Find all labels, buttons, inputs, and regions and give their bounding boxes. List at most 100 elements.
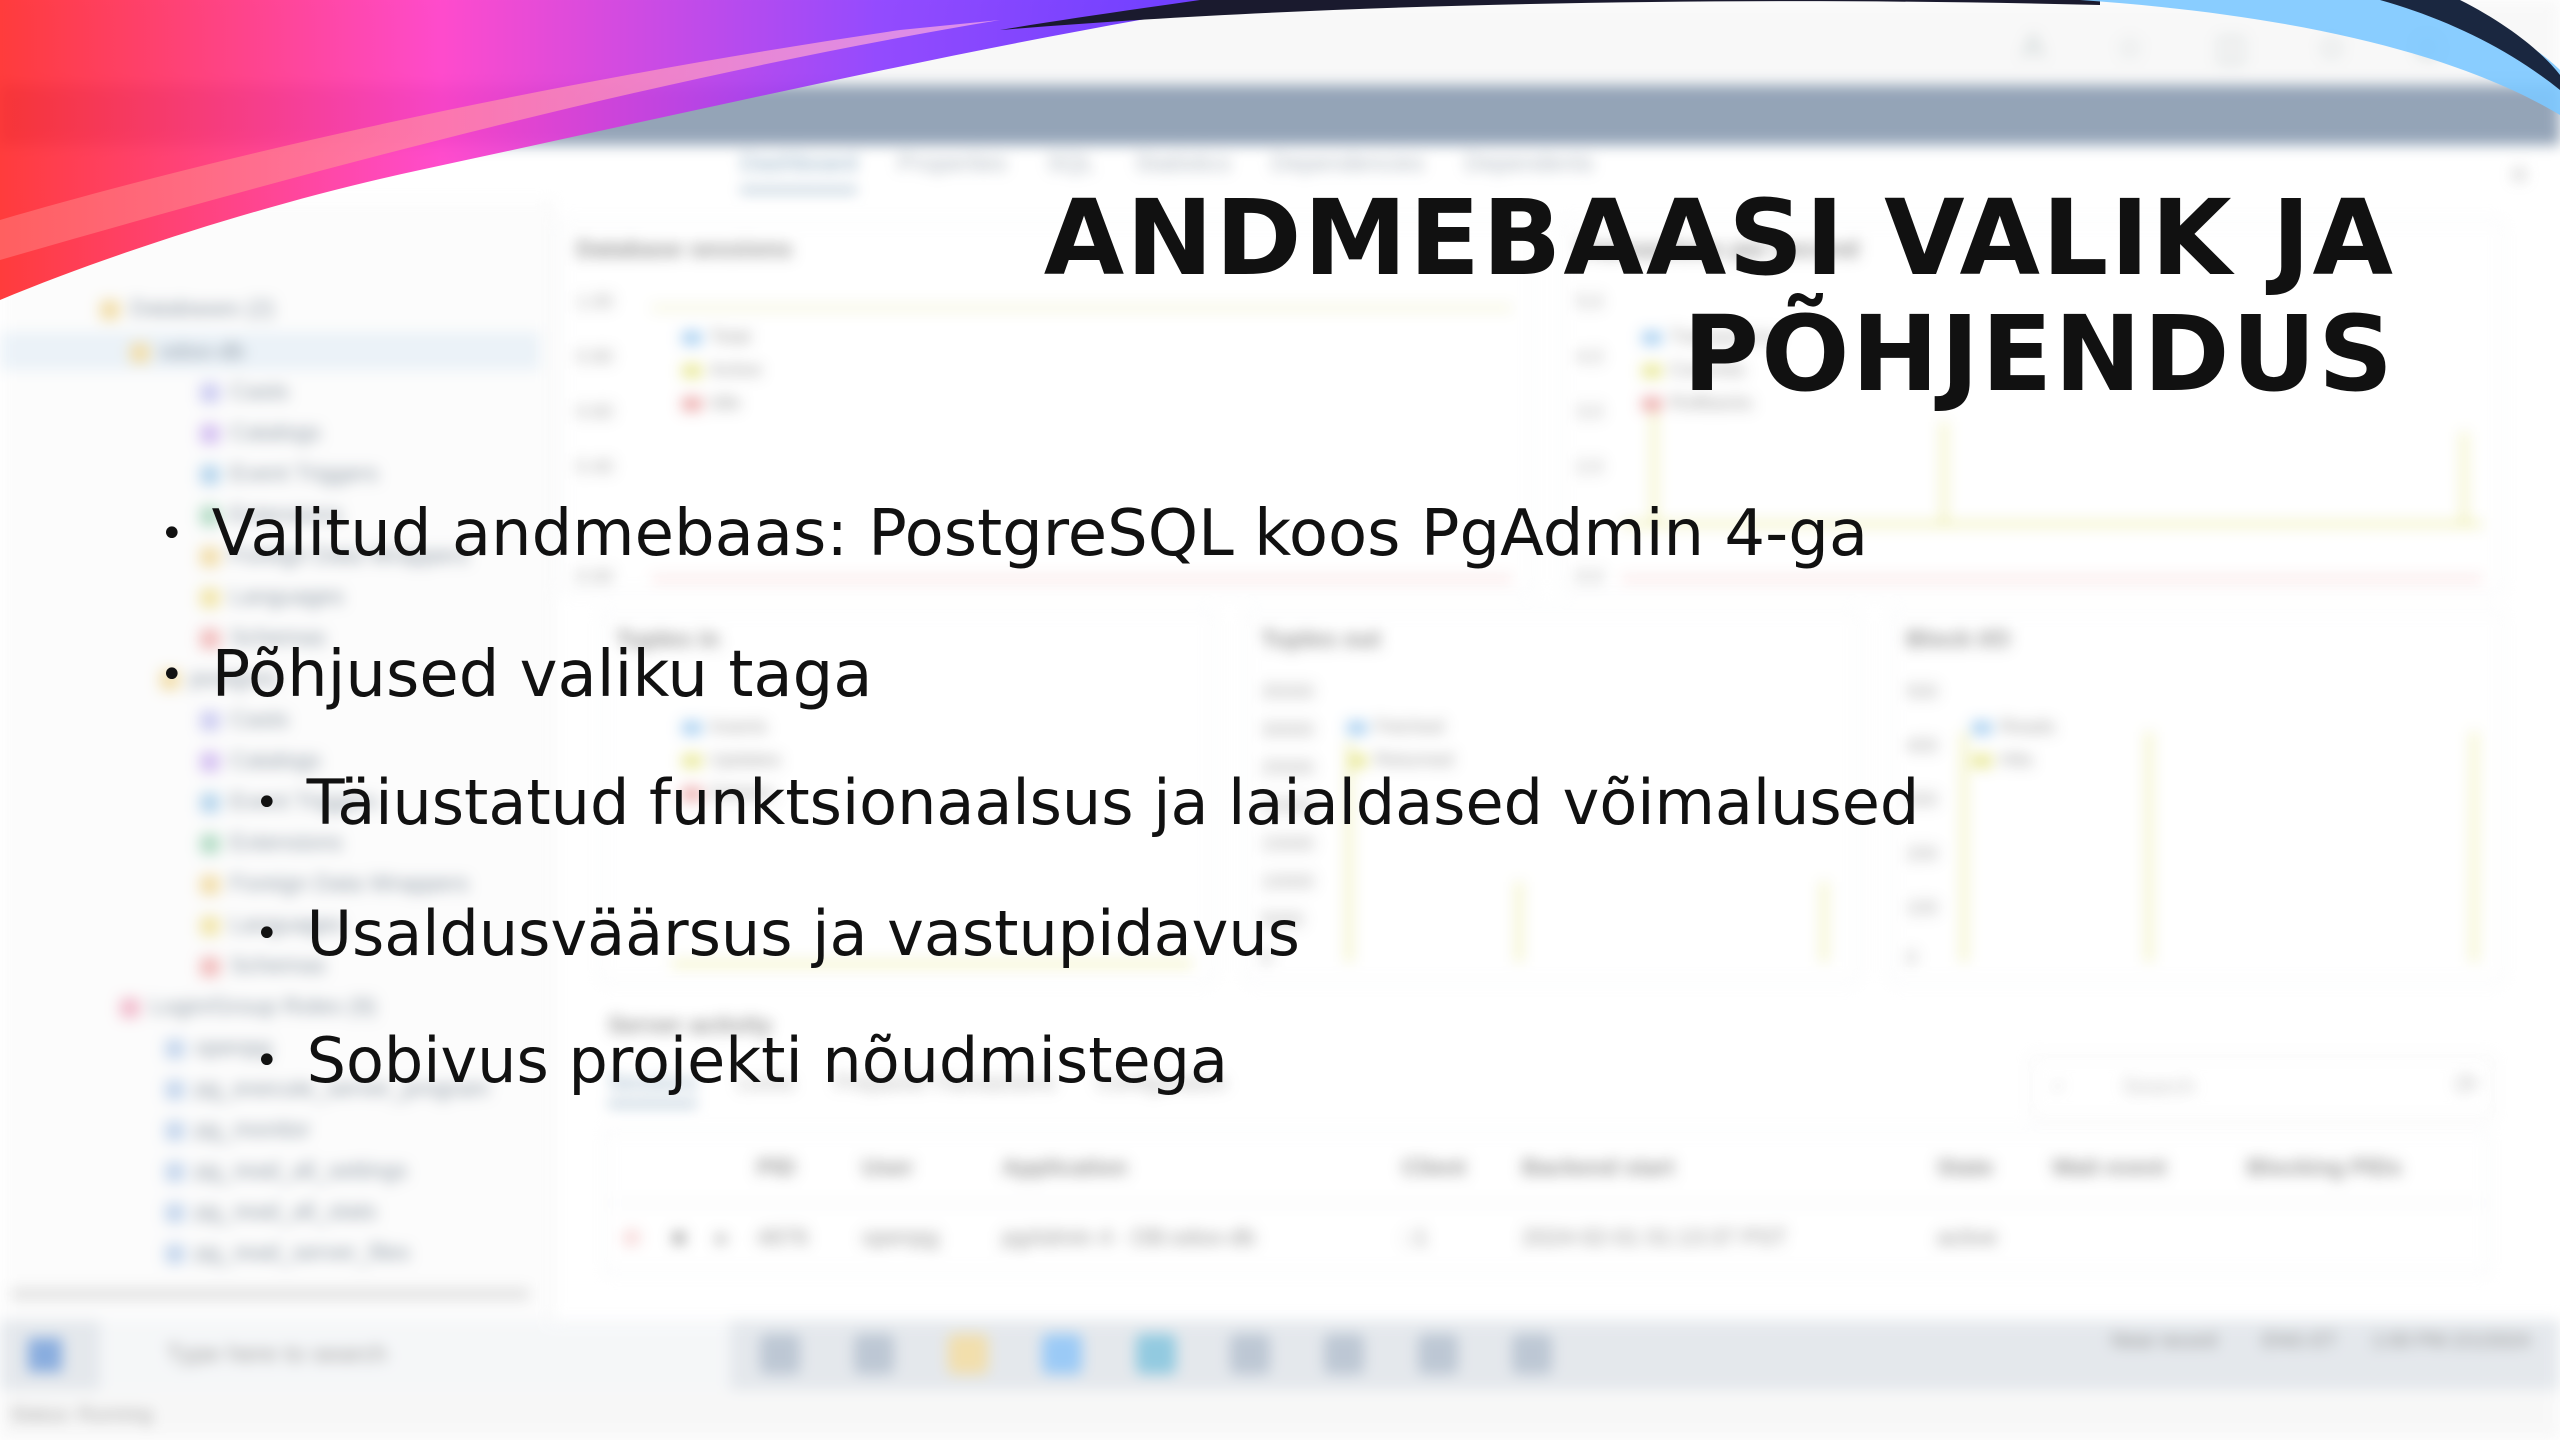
bullet-text: Täiustatud funktsionaalsus ja laialdased…: [306, 766, 1920, 839]
table-row[interactable]: ⊘ ■ ▸ 4876 openpg pgAdmin 4 - DB:odoo-db…: [607, 1202, 2487, 1272]
tree-item[interactable]: Casts: [200, 378, 289, 405]
fdw-icon: [200, 874, 220, 895]
tree-item[interactable]: Catalogs: [200, 419, 321, 446]
taskbar-search-placeholder: Type here to search: [166, 1340, 387, 1368]
task-view-icon[interactable]: [854, 1334, 894, 1374]
store-icon[interactable]: [1042, 1334, 1082, 1374]
language-indicator[interactable]: ET: [2311, 1330, 2336, 1352]
table-cell: 4876: [757, 1224, 809, 1250]
panel-title: Tuples out: [1261, 626, 1381, 653]
legend-label: Hits: [2000, 750, 2033, 771]
table-cell: ::1: [1402, 1224, 1428, 1250]
legend-swatch: [1972, 720, 1992, 735]
legend-swatch: [682, 363, 702, 378]
column-header[interactable]: Blocking PIDs: [2247, 1154, 2402, 1181]
sessions-table: PID User Application Client Backend star…: [605, 1130, 2489, 1274]
edge-icon[interactable]: [1136, 1334, 1176, 1374]
slide-title: ANDMEBAASI VALIK JA PÕHJENDUS: [1043, 177, 2395, 415]
sub-bullet-item: • Täiustatud funktsionaalsus ja laialdas…: [255, 766, 1919, 839]
tree-item[interactable]: pg_read_all_stats: [165, 1198, 377, 1225]
app-icon[interactable]: [1512, 1334, 1552, 1374]
axis-tick: 0: [1906, 948, 1917, 969]
role-icon: [165, 1243, 185, 1264]
block-io-chart-panel: Block I/O 500 400 300 200 100 0 Reads Hi…: [1890, 610, 2504, 984]
legend-swatch: [682, 330, 702, 345]
chart-spike: [2462, 432, 2466, 522]
column-header[interactable]: Client: [1402, 1154, 1466, 1181]
event-triggers-icon: [200, 792, 220, 813]
cortana-icon[interactable]: [760, 1334, 800, 1374]
column-header[interactable]: State: [1937, 1154, 1993, 1181]
cancel-query-icon[interactable]: ■: [672, 1224, 686, 1251]
axis-tick: 10000: [1261, 872, 1314, 893]
table-cell: openpg: [862, 1224, 939, 1250]
axis-tick: 35000: [1261, 682, 1314, 703]
series-line: [652, 577, 1512, 581]
windows-taskbar: Type here to search Near record ENG ET 1…: [0, 1320, 2560, 1390]
axis-tick: 2.0: [1576, 457, 1603, 478]
catalogs-icon: [200, 751, 220, 772]
legend-label: Fetched: [1375, 717, 1444, 738]
refresh-icon[interactable]: ⟳: [2455, 1068, 2478, 1101]
roles-icon: [120, 997, 140, 1018]
column-header[interactable]: PID: [757, 1154, 795, 1181]
clock-date[interactable]: 2/1/2024: [2452, 1330, 2530, 1352]
tree-item[interactable]: Foreign Data Wrappers: [200, 870, 469, 897]
object-explorer-tree: Databases (2) odoo-db Casts Catalogs Eve…: [0, 200, 552, 1320]
weather-text[interactable]: Near record: [2111, 1330, 2217, 1352]
tree-scrollbar[interactable]: [10, 1288, 530, 1300]
terminate-session-icon[interactable]: ⊘: [622, 1224, 641, 1251]
bullet-text: Sobivus projekti nõudmistega: [306, 1024, 1228, 1097]
expand-row-icon[interactable]: ▸: [717, 1224, 729, 1251]
activity-search-input[interactable]: ⌕ Search: [2030, 1055, 2494, 1119]
file-explorer-icon[interactable]: [948, 1334, 988, 1374]
bullet-icon: •: [255, 1037, 279, 1084]
legend-swatch: [1972, 753, 1992, 768]
tree-item[interactable]: Languages: [200, 583, 344, 610]
table-cell: active: [1937, 1224, 1998, 1250]
column-header[interactable]: Wait event: [2052, 1154, 2166, 1181]
database-icon: [130, 342, 150, 363]
table-header: PID User Application Client Backend star…: [607, 1132, 2487, 1204]
tree-item[interactable]: pg_read_server_files: [165, 1239, 410, 1266]
casts-icon: [200, 710, 220, 731]
bullet-icon: •: [255, 910, 279, 957]
language-indicator[interactable]: ENG: [2262, 1330, 2305, 1352]
role-icon: [165, 1079, 185, 1100]
tree-item[interactable]: pg_read_all_settings: [165, 1157, 407, 1184]
panel-title: Block I/O: [1906, 626, 2011, 653]
app-icon[interactable]: [1324, 1334, 1364, 1374]
axis-tick: 100: [1906, 898, 1938, 919]
taskbar-app-icons: [760, 1334, 1552, 1374]
languages-icon: [200, 915, 220, 936]
role-icon: [165, 1202, 185, 1223]
legend-swatch: [1347, 720, 1367, 735]
tree-item-selected[interactable]: odoo-db: [0, 332, 540, 370]
bullet-icon: •: [255, 779, 279, 826]
search-icon: ⌕: [2052, 1071, 2065, 1097]
axis-tick: 0.80: [576, 347, 613, 368]
languages-icon: [200, 587, 220, 608]
axis-tick: 30000: [1261, 720, 1314, 741]
axis-tick: 400: [1906, 736, 1938, 757]
tree-item[interactable]: Event Triggers: [200, 460, 378, 487]
column-header[interactable]: Application: [1002, 1154, 1127, 1181]
chart-spike: [1962, 732, 1966, 962]
bullet-text: Põhjused valiku taga: [211, 638, 873, 712]
tree-item[interactable]: pg_monitor: [165, 1116, 310, 1143]
series-line: [1622, 577, 2482, 581]
column-header[interactable]: Backend start: [1522, 1154, 1674, 1181]
bullet-icon: •: [160, 652, 184, 698]
clock-time[interactable]: 1:00 PM: [2372, 1330, 2446, 1352]
photos-icon[interactable]: [1230, 1334, 1270, 1374]
legend-label: Total: [710, 327, 751, 348]
tree-item[interactable]: Login/Group Roles (9): [120, 993, 376, 1020]
search-app-icon[interactable]: [1418, 1334, 1458, 1374]
table-cell: 2024-02-01 01:13:37 PST: [1522, 1224, 1787, 1250]
column-header[interactable]: User: [862, 1154, 913, 1181]
chart-spike: [1822, 882, 1826, 962]
windows-start-icon[interactable]: [28, 1338, 62, 1372]
taskbar-search-input[interactable]: Type here to search: [100, 1320, 730, 1390]
legend-label: Idle: [710, 393, 741, 414]
axis-tick: 0.60: [576, 402, 613, 423]
